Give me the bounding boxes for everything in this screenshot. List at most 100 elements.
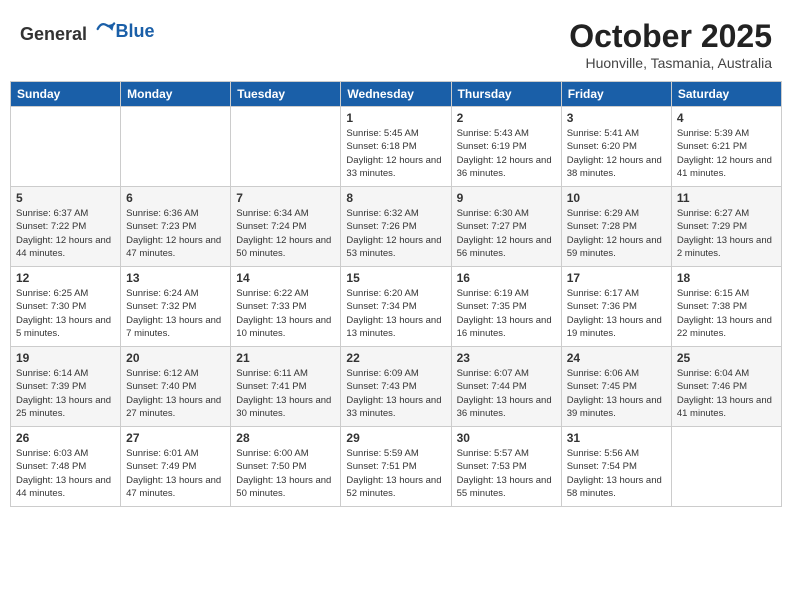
day-number: 4 [677, 111, 776, 125]
calendar-cell: 24 Sunrise: 6:06 AM Sunset: 7:45 PM Dayli… [561, 347, 671, 427]
day-number: 1 [346, 111, 445, 125]
calendar-cell: 22Sunrise: 6:09 AM Sunset: 7:43 PM Dayli… [341, 347, 451, 427]
day-number: 9 [457, 191, 556, 205]
title-block: October 2025 Huonville, Tasmania, Austra… [569, 18, 772, 71]
calendar-cell: 14Sunrise: 6:22 AM Sunset: 7:33 PM Dayli… [231, 267, 341, 347]
day-info: Sunrise: 6:32 AM Sunset: 7:26 PM Dayligh… [346, 207, 445, 260]
calendar-cell: 27Sunrise: 6:01 AM Sunset: 7:49 PM Dayli… [121, 427, 231, 507]
calendar-cell: 26Sunrise: 6:03 AM Sunset: 7:48 PM Dayli… [11, 427, 121, 507]
day-number: 29 [346, 431, 445, 445]
day-info: Sunrise: 6:11 AM Sunset: 7:41 PM Dayligh… [236, 367, 335, 420]
calendar-cell: 4 Sunrise: 5:39 AM Sunset: 6:21 PM Daylig… [671, 107, 781, 187]
day-number: 30 [457, 431, 556, 445]
calendar-week-row: 26Sunrise: 6:03 AM Sunset: 7:48 PM Dayli… [11, 427, 782, 507]
calendar-cell [231, 107, 341, 187]
calendar-week-row: 12 Sunrise: 6:25 AM Sunset: 7:30 PM Dayli… [11, 267, 782, 347]
day-info: Sunrise: 6:36 AM Sunset: 7:23 PM Dayligh… [126, 207, 225, 260]
weekday-header-tuesday: Tuesday [231, 82, 341, 107]
logo: General Blue [20, 18, 155, 45]
calendar-week-row: 1 Sunrise: 5:45 AM Sunset: 6:18 PM Daylig… [11, 107, 782, 187]
day-number: 13 [126, 271, 225, 285]
day-info: Sunrise: 6:29 AM Sunset: 7:28 PM Dayligh… [567, 207, 666, 260]
weekday-header-sunday: Sunday [11, 82, 121, 107]
month-year-title: October 2025 [569, 18, 772, 55]
calendar-cell: 5 Sunrise: 6:37 AM Sunset: 7:22 PM Daylig… [11, 187, 121, 267]
day-number: 22 [346, 351, 445, 365]
weekday-header-monday: Monday [121, 82, 231, 107]
calendar-cell: 17 Sunrise: 6:17 AM Sunset: 7:36 PM Dayli… [561, 267, 671, 347]
calendar-cell: 31Sunrise: 5:56 AM Sunset: 7:54 PM Dayli… [561, 427, 671, 507]
day-info: Sunrise: 6:22 AM Sunset: 7:33 PM Dayligh… [236, 287, 335, 340]
calendar-cell: 13 Sunrise: 6:24 AM Sunset: 7:32 PM Dayli… [121, 267, 231, 347]
calendar-cell: 7 Sunrise: 6:34 AM Sunset: 7:24 PM Daylig… [231, 187, 341, 267]
day-number: 12 [16, 271, 115, 285]
day-info: Sunrise: 6:25 AM Sunset: 7:30 PM Dayligh… [16, 287, 115, 340]
day-info: Sunrise: 5:39 AM Sunset: 6:21 PM Dayligh… [677, 127, 776, 180]
day-info: Sunrise: 6:37 AM Sunset: 7:22 PM Dayligh… [16, 207, 115, 260]
day-info: Sunrise: 6:04 AM Sunset: 7:46 PM Dayligh… [677, 367, 776, 420]
day-number: 21 [236, 351, 335, 365]
calendar-cell: 21 Sunrise: 6:11 AM Sunset: 7:41 PM Dayli… [231, 347, 341, 427]
day-info: Sunrise: 5:45 AM Sunset: 6:18 PM Dayligh… [346, 127, 445, 180]
day-number: 23 [457, 351, 556, 365]
calendar-cell: 1 Sunrise: 5:45 AM Sunset: 6:18 PM Daylig… [341, 107, 451, 187]
calendar-cell [121, 107, 231, 187]
day-info: Sunrise: 6:34 AM Sunset: 7:24 PM Dayligh… [236, 207, 335, 260]
calendar-cell: 6 Sunrise: 6:36 AM Sunset: 7:23 PM Daylig… [121, 187, 231, 267]
weekday-header-thursday: Thursday [451, 82, 561, 107]
day-info: Sunrise: 6:30 AM Sunset: 7:27 PM Dayligh… [457, 207, 556, 260]
day-number: 25 [677, 351, 776, 365]
weekday-header-row: SundayMondayTuesdayWednesdayThursdayFrid… [11, 82, 782, 107]
day-number: 8 [346, 191, 445, 205]
day-info: Sunrise: 5:59 AM Sunset: 7:51 PM Dayligh… [346, 447, 445, 500]
day-number: 5 [16, 191, 115, 205]
day-number: 28 [236, 431, 335, 445]
day-info: Sunrise: 6:00 AM Sunset: 7:50 PM Dayligh… [236, 447, 335, 500]
day-info: Sunrise: 6:15 AM Sunset: 7:38 PM Dayligh… [677, 287, 776, 340]
day-info: Sunrise: 6:19 AM Sunset: 7:35 PM Dayligh… [457, 287, 556, 340]
day-number: 6 [126, 191, 225, 205]
day-info: Sunrise: 6:17 AM Sunset: 7:36 PM Dayligh… [567, 287, 666, 340]
day-number: 7 [236, 191, 335, 205]
day-number: 16 [457, 271, 556, 285]
day-number: 15 [346, 271, 445, 285]
day-info: Sunrise: 6:06 AM Sunset: 7:45 PM Dayligh… [567, 367, 666, 420]
calendar-cell: 8 Sunrise: 6:32 AM Sunset: 7:26 PM Daylig… [341, 187, 451, 267]
calendar-table: SundayMondayTuesdayWednesdayThursdayFrid… [10, 81, 782, 507]
logo-general: General [20, 24, 87, 44]
calendar-cell [671, 427, 781, 507]
calendar-cell: 15 Sunrise: 6:20 AM Sunset: 7:34 PM Dayli… [341, 267, 451, 347]
calendar-cell: 18Sunrise: 6:15 AM Sunset: 7:38 PM Dayli… [671, 267, 781, 347]
calendar-cell: 28 Sunrise: 6:00 AM Sunset: 7:50 PM Dayli… [231, 427, 341, 507]
calendar-cell: 11Sunrise: 6:27 AM Sunset: 7:29 PM Dayli… [671, 187, 781, 267]
calendar-cell: 25 Sunrise: 6:04 AM Sunset: 7:46 PM Dayli… [671, 347, 781, 427]
calendar-cell: 12 Sunrise: 6:25 AM Sunset: 7:30 PM Dayli… [11, 267, 121, 347]
calendar-cell: 3 Sunrise: 5:41 AM Sunset: 6:20 PM Daylig… [561, 107, 671, 187]
day-info: Sunrise: 6:20 AM Sunset: 7:34 PM Dayligh… [346, 287, 445, 340]
calendar-cell [11, 107, 121, 187]
day-info: Sunrise: 6:24 AM Sunset: 7:32 PM Dayligh… [126, 287, 225, 340]
calendar-cell: 16 Sunrise: 6:19 AM Sunset: 7:35 PM Dayli… [451, 267, 561, 347]
logo-blue: Blue [116, 21, 155, 41]
day-number: 3 [567, 111, 666, 125]
day-info: Sunrise: 6:12 AM Sunset: 7:40 PM Dayligh… [126, 367, 225, 420]
location-subtitle: Huonville, Tasmania, Australia [569, 55, 772, 71]
day-number: 26 [16, 431, 115, 445]
weekday-header-saturday: Saturday [671, 82, 781, 107]
day-number: 11 [677, 191, 776, 205]
day-info: Sunrise: 6:14 AM Sunset: 7:39 PM Dayligh… [16, 367, 115, 420]
calendar-week-row: 19Sunrise: 6:14 AM Sunset: 7:39 PM Dayli… [11, 347, 782, 427]
calendar-cell: 23Sunrise: 6:07 AM Sunset: 7:44 PM Dayli… [451, 347, 561, 427]
weekday-header-friday: Friday [561, 82, 671, 107]
calendar-cell: 19Sunrise: 6:14 AM Sunset: 7:39 PM Dayli… [11, 347, 121, 427]
weekday-header-wednesday: Wednesday [341, 82, 451, 107]
logo-icon [94, 18, 116, 40]
calendar-cell: 9 Sunrise: 6:30 AM Sunset: 7:27 PM Daylig… [451, 187, 561, 267]
day-number: 31 [567, 431, 666, 445]
day-number: 17 [567, 271, 666, 285]
page-header: General Blue October 2025 Huonville, Tas… [10, 10, 782, 75]
day-number: 24 [567, 351, 666, 365]
calendar-week-row: 5 Sunrise: 6:37 AM Sunset: 7:22 PM Daylig… [11, 187, 782, 267]
day-info: Sunrise: 5:41 AM Sunset: 6:20 PM Dayligh… [567, 127, 666, 180]
calendar-cell: 30Sunrise: 5:57 AM Sunset: 7:53 PM Dayli… [451, 427, 561, 507]
